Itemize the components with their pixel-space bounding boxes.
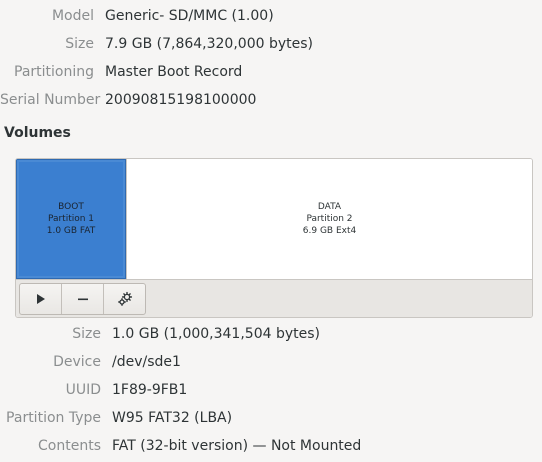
partition-name: BOOT [58, 202, 84, 212]
drive-partitioning-label: Partitioning [14, 64, 94, 80]
drive-serial-row: Serial Number 20090815198100000 [0, 86, 542, 114]
partition-number: Partition 2 [306, 214, 353, 224]
volumes-heading: Volumes [4, 125, 71, 141]
partition-type-value: W95 FAT32 (LBA) [112, 410, 233, 426]
drive-partitioning-row: Partitioning Master Boot Record [0, 58, 542, 86]
partition-contents-value: FAT (32-bit version) — Not Mounted [112, 438, 362, 454]
partition-device-row: Device /dev/sde1 [0, 348, 542, 376]
gears-icon [117, 291, 132, 306]
partition-options-button[interactable] [104, 284, 145, 314]
partition-name: DATA [317, 202, 342, 212]
volumes-widget: BOOT Partition 1 1.0 GB FAT DATA Partiti… [15, 158, 533, 318]
play-icon [36, 294, 45, 304]
partition-uuid-row: UUID 1F89-9FB1 [0, 376, 542, 404]
drive-size-row: Size 7.9 GB (7,864,320,000 bytes) [0, 30, 542, 58]
partition-type-label: Partition Type [6, 410, 101, 426]
minus-icon [77, 298, 88, 301]
drive-partitioning-value: Master Boot Record [105, 64, 243, 80]
drive-model-label: Model [51, 8, 94, 24]
drive-serial-label: Serial Number [0, 92, 101, 108]
partition-device-value: /dev/sde1 [112, 354, 181, 370]
partition-size-row: Size 1.0 GB (1,000,341,504 bytes) [0, 320, 542, 348]
partition-device-label: Device [53, 354, 101, 370]
partition-type-row: Partition Type W95 FAT32 (LBA) [0, 404, 542, 432]
volumes-toolbar [16, 279, 532, 317]
volume-actions-group [19, 283, 146, 315]
partition-size-value: 1.0 GB (1,000,341,504 bytes) [112, 326, 320, 342]
partition-uuid-label: UUID [65, 382, 101, 398]
partition-size-label: Size [72, 326, 101, 342]
partition-uuid-value: 1F89-9FB1 [112, 382, 188, 398]
partition-number: Partition 1 [47, 214, 95, 224]
partition-contents-label: Contents [38, 438, 101, 454]
delete-partition-button[interactable] [62, 284, 104, 314]
drive-serial-value: 20090815198100000 [105, 92, 257, 108]
drive-size-value: 7.9 GB (7,864,320,000 bytes) [105, 36, 313, 52]
partition-contents-row: Contents FAT (32-bit version) — Not Moun… [0, 432, 542, 460]
partition-info: 6.9 GB Ext4 [302, 226, 357, 236]
drive-model-value: Generic- SD/MMC (1.00) [105, 8, 274, 24]
partition-block-data[interactable]: DATA Partition 2 6.9 GB Ext4 [126, 159, 532, 279]
mount-button[interactable] [20, 284, 62, 314]
partition-info: 1.0 GB FAT [46, 226, 96, 236]
disk-details-panel: Model Generic- SD/MMC (1.00) Size 7.9 GB… [0, 0, 542, 462]
partition-map: BOOT Partition 1 1.0 GB FAT DATA Partiti… [16, 159, 532, 279]
drive-size-label: Size [65, 36, 94, 52]
partition-block-boot[interactable]: BOOT Partition 1 1.0 GB FAT [16, 159, 126, 279]
drive-model-row: Model Generic- SD/MMC (1.00) [0, 2, 542, 30]
